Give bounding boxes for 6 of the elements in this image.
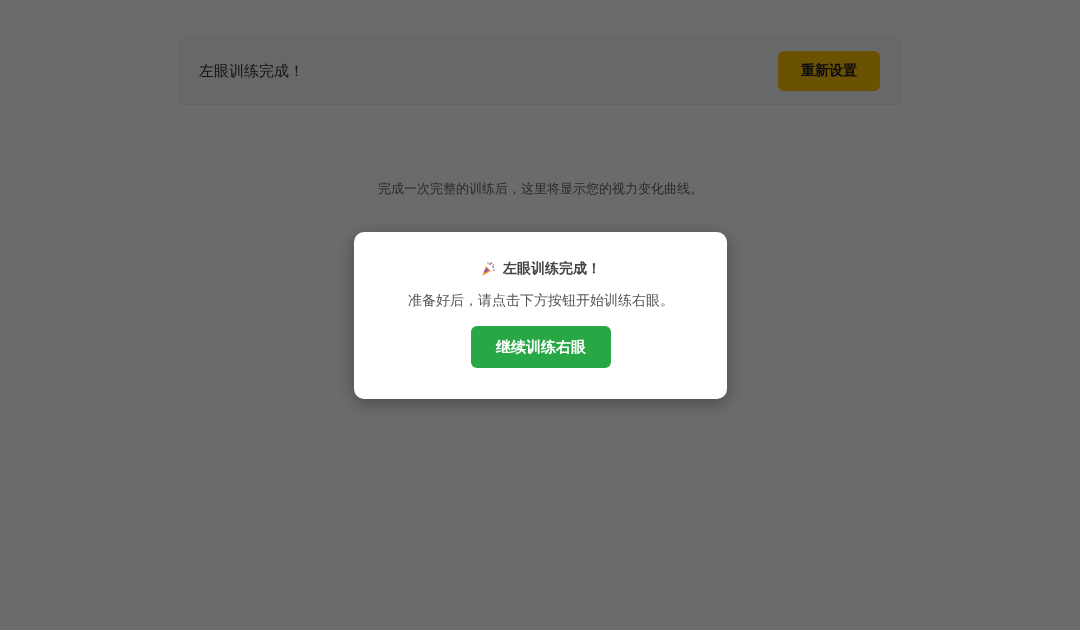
party-popper-icon (480, 261, 496, 277)
modal-title: 左眼训练完成！ (503, 260, 601, 278)
continue-button[interactable]: 继续训练右眼 (470, 326, 611, 368)
reset-button[interactable]: 重新设置 (778, 51, 880, 91)
status-message: 左眼训练完成！ (199, 61, 304, 81)
modal-message: 准备好后，请点击下方按钮开始训练右眼。 (407, 292, 674, 310)
